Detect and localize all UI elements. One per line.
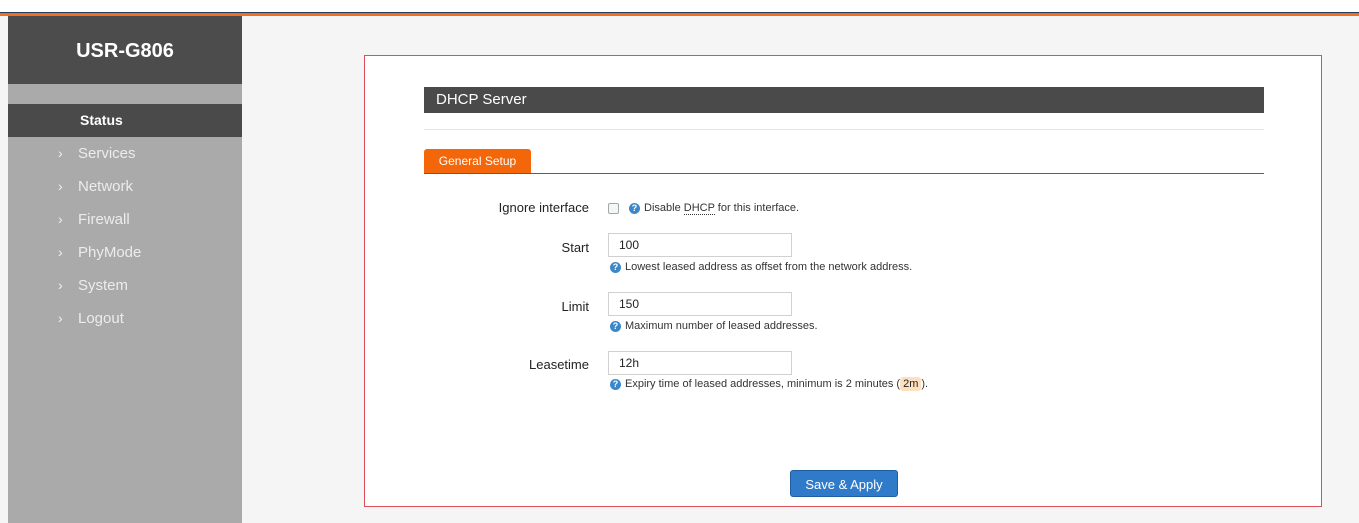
chevron-right-icon: › <box>58 178 63 194</box>
save-apply-button[interactable]: Save & Apply <box>790 470 898 497</box>
start-input[interactable] <box>608 233 792 257</box>
hint-text: Expiry time of leased addresses, minimum… <box>625 378 901 390</box>
help-icon: ? <box>610 261 621 273</box>
start-label: Start <box>561 240 589 255</box>
sidebar-item-label: Status <box>80 112 123 128</box>
limit-label: Limit <box>561 299 589 314</box>
sidebar-item-label: PhyMode <box>78 244 142 261</box>
ignore-interface-checkbox[interactable] <box>608 203 619 214</box>
sidebar-item-label: Network <box>78 178 134 195</box>
chevron-right-icon: › <box>58 277 63 293</box>
section-title: DHCP Server <box>424 87 1264 113</box>
hint-text: for this interface. <box>714 202 800 214</box>
sidebar-item-label: Firewall <box>78 211 130 228</box>
sidebar-item-system[interactable]: › System <box>8 269 242 302</box>
ignore-interface-label: Ignore interface <box>498 200 589 215</box>
chevron-right-icon: › <box>58 310 63 326</box>
brand-title: USR-G806 <box>8 16 242 84</box>
hint-text: ). <box>921 378 929 390</box>
tab-general-setup[interactable]: General Setup <box>424 149 531 173</box>
hint-text: Maximum number of leased addresses. <box>625 320 818 332</box>
chevron-right-icon: › <box>58 244 63 260</box>
chevron-right-icon: › <box>58 211 63 227</box>
chevron-right-icon: › <box>58 145 63 161</box>
section-description <box>424 113 1264 130</box>
leasetime-label: Leasetime <box>529 357 589 372</box>
sidebar-item-label: Logout <box>78 310 124 327</box>
ignore-interface-hint: ? Disable DHCP for this interface. <box>629 202 800 215</box>
hint-text: Disable <box>644 202 684 214</box>
limit-input[interactable] <box>608 292 792 316</box>
dhcp-abbr: DHCP <box>683 202 715 215</box>
sidebar: USR-G806 Status › Services › Network › F… <box>8 16 242 523</box>
sidebar-item-logout[interactable]: › Logout <box>8 302 242 335</box>
leasetime-hint: ? Expiry time of leased addresses, minimu… <box>610 377 929 391</box>
sidebar-item-network[interactable]: › Network <box>8 170 242 203</box>
tab-bar <box>424 149 1264 174</box>
sidebar-item-label: Services <box>78 145 136 162</box>
limit-hint: ? Maximum number of leased addresses. <box>610 320 818 332</box>
hint-text: Lowest leased address as offset from the… <box>625 261 913 273</box>
sidebar-item-label: System <box>78 277 129 294</box>
sidebar-item-phymode[interactable]: › PhyMode <box>8 236 242 269</box>
sidebar-item-firewall[interactable]: › Firewall <box>8 203 242 236</box>
min-value-badge: 2m <box>900 377 922 391</box>
help-icon: ? <box>610 320 621 332</box>
sidebar-item-status[interactable]: Status <box>8 104 242 137</box>
help-icon: ? <box>629 202 640 214</box>
sidebar-menu: Status › Services › Network › Firewall ›… <box>8 104 242 335</box>
help-icon: ? <box>610 378 621 390</box>
sidebar-item-services[interactable]: › Services <box>8 137 242 170</box>
start-hint: ? Lowest leased address as offset from th… <box>610 261 912 273</box>
leasetime-input[interactable] <box>608 351 792 375</box>
